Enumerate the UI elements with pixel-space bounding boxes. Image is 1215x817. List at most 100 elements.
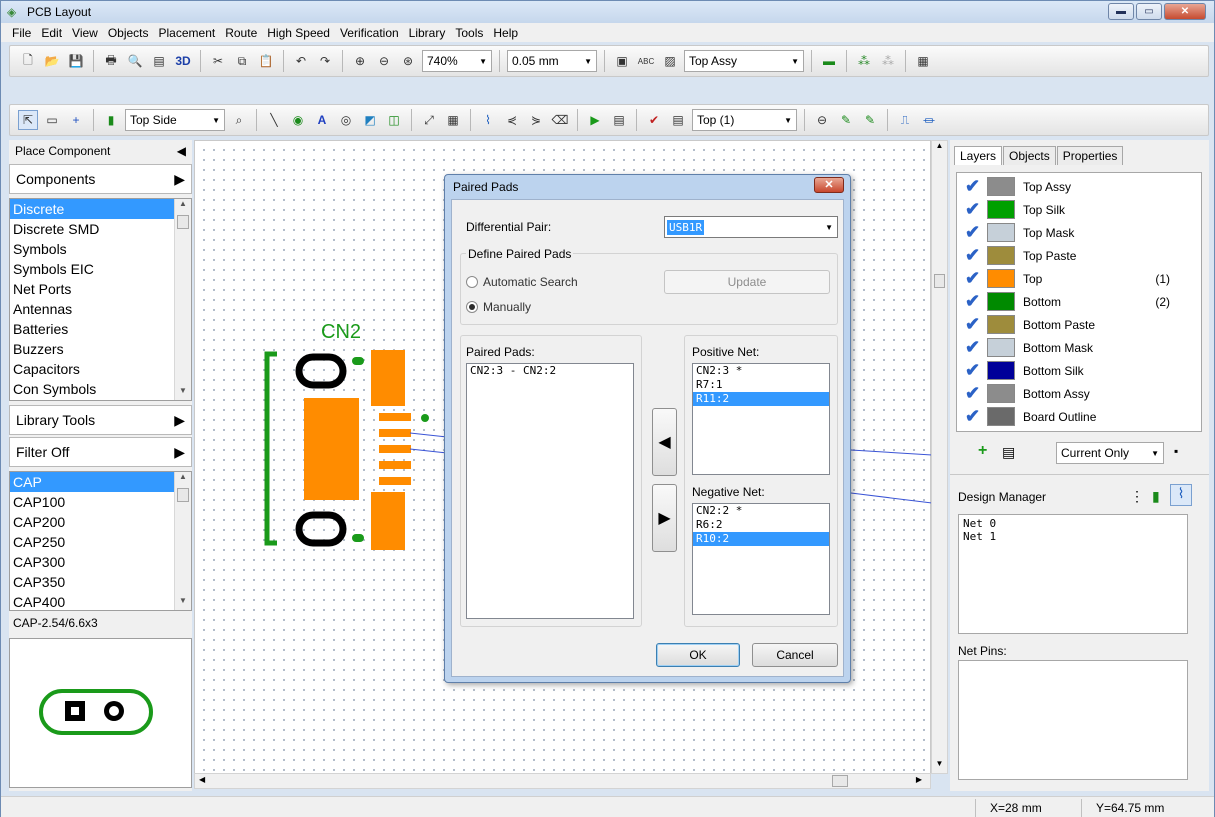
- autoroute-settings-icon[interactable]: ▤: [609, 110, 629, 130]
- route-icon[interactable]: ⌇: [478, 110, 498, 130]
- list-item[interactable]: CAP300: [10, 552, 191, 572]
- check-icon[interactable]: ✔: [965, 383, 985, 404]
- list-item[interactable]: R10:2: [693, 532, 829, 546]
- pulse-low-icon[interactable]: ⏛: [919, 110, 939, 130]
- dm-components-icon[interactable]: ⋮: [1130, 488, 1144, 505]
- layer-combo[interactable]: Top (1) ▼: [692, 109, 797, 131]
- redo-icon[interactable]: ↷: [315, 51, 335, 71]
- 3d-view-button[interactable]: 3D: [173, 51, 193, 71]
- parts-scrollbar[interactable]: ▲ ▼: [174, 472, 191, 610]
- menu-objects[interactable]: Objects: [103, 26, 154, 40]
- check-icon[interactable]: ✔: [965, 406, 985, 427]
- select-pointer-icon[interactable]: ⇱: [18, 110, 38, 130]
- scroll-up-icon[interactable]: ▲: [175, 199, 191, 213]
- list-item[interactable]: CAP100: [10, 492, 191, 512]
- list-item[interactable]: R6:2: [693, 518, 829, 532]
- print-preview-icon[interactable]: 🔍: [125, 51, 145, 71]
- layer-row[interactable]: ✔ Top (1): [965, 267, 1170, 290]
- select-area-icon[interactable]: ▭: [42, 110, 62, 130]
- update-button[interactable]: Update: [664, 270, 830, 294]
- settings-icon[interactable]: ▦: [913, 51, 933, 71]
- check-icon[interactable]: ✔: [965, 199, 985, 220]
- filter-section[interactable]: Filter Off ▶: [9, 437, 192, 467]
- scroll-thumb[interactable]: [832, 775, 848, 787]
- edit-layer-icon[interactable]: ✎: [836, 110, 856, 130]
- layer-row[interactable]: ✔ Board Outline: [965, 405, 1170, 428]
- save-icon[interactable]: 💾: [66, 51, 86, 71]
- connect-icon[interactable]: ⊖: [812, 110, 832, 130]
- list-item[interactable]: Buzzers: [10, 339, 191, 359]
- remove-pair-button[interactable]: ▶: [652, 484, 677, 552]
- new-file-icon[interactable]: 🗋: [18, 51, 38, 71]
- components-scrollbar[interactable]: ▲ ▼: [174, 199, 191, 400]
- edit-layer-2-icon[interactable]: ✎: [860, 110, 880, 130]
- ok-button[interactable]: OK: [656, 643, 740, 667]
- automatic-search-radio[interactable]: Automatic Search: [466, 275, 578, 289]
- collapse-left-icon[interactable]: ◀: [177, 144, 186, 158]
- layer-color-swatch[interactable]: [987, 269, 1015, 288]
- cancel-button[interactable]: Cancel: [752, 643, 838, 667]
- print-icon[interactable]: 🖶: [101, 51, 121, 71]
- grid-table-icon[interactable]: ▦: [443, 110, 463, 130]
- text-abc-button[interactable]: ABC: [636, 51, 656, 71]
- list-item[interactable]: CN2:2 *: [693, 504, 829, 518]
- layer-color-swatch[interactable]: [987, 361, 1015, 380]
- menu-placement[interactable]: Placement: [154, 26, 221, 40]
- add-pair-button[interactable]: ◀: [652, 408, 677, 476]
- layer-row[interactable]: ✔ Top Paste: [965, 244, 1170, 267]
- autoroute-run-icon[interactable]: ▶: [585, 110, 605, 130]
- report-icon[interactable]: ▤: [149, 51, 169, 71]
- list-item[interactable]: CAP350: [10, 572, 191, 592]
- list-item[interactable]: Discrete: [10, 199, 191, 219]
- paired-pads-list[interactable]: CN2:3 - CN2:2: [466, 363, 634, 619]
- text-tool-icon[interactable]: A: [312, 110, 332, 130]
- layer-row[interactable]: ✔ Bottom (2): [965, 290, 1170, 313]
- list-item[interactable]: CAP200: [10, 512, 191, 532]
- list-item[interactable]: Antennas: [10, 299, 191, 319]
- net-pins-list[interactable]: [958, 660, 1188, 780]
- check-icon[interactable]: ✔: [965, 268, 985, 289]
- parts-list[interactable]: CAP CAP100 CAP200 CAP250 CAP300 CAP350 C…: [9, 471, 192, 611]
- list-item[interactable]: Con Symbols: [10, 379, 191, 399]
- menu-help[interactable]: Help: [488, 26, 523, 40]
- components-list[interactable]: Discrete Discrete SMD Symbols Symbols EI…: [9, 198, 192, 401]
- library-tools-section[interactable]: Library Tools ▶: [9, 405, 192, 435]
- list-item[interactable]: Batteries: [10, 319, 191, 339]
- drc-check-icon[interactable]: ✔: [644, 110, 664, 130]
- canvas-vertical-scrollbar[interactable]: ▲ ▼: [931, 140, 948, 774]
- dialog-close-button[interactable]: ✕: [814, 177, 844, 193]
- component-disabled-icon[interactable]: ⁂: [878, 51, 898, 71]
- layer-row[interactable]: ✔ Top Silk: [965, 198, 1170, 221]
- menu-tools[interactable]: Tools: [450, 26, 488, 40]
- scroll-up-icon[interactable]: ▲: [175, 472, 191, 486]
- menu-high-speed[interactable]: High Speed: [262, 26, 335, 40]
- list-item[interactable]: R11:2: [693, 392, 829, 406]
- layer-row[interactable]: ✔ Bottom Silk: [965, 359, 1170, 382]
- layer-row[interactable]: ✔ Top Assy: [965, 175, 1170, 198]
- scroll-thumb[interactable]: [177, 488, 189, 502]
- line-tool-icon[interactable]: ╲: [264, 110, 284, 130]
- layer-row[interactable]: ✔ Bottom Paste: [965, 313, 1170, 336]
- menu-edit[interactable]: Edit: [36, 26, 67, 40]
- menu-file[interactable]: File: [7, 26, 36, 40]
- cutout-icon[interactable]: ◫: [384, 110, 404, 130]
- zoom-in-icon[interactable]: ⊕: [350, 51, 370, 71]
- menu-verification[interactable]: Verification: [335, 26, 404, 40]
- layer-row[interactable]: ✔ Bottom Assy: [965, 382, 1170, 405]
- positive-net-list[interactable]: CN2:3 * R7:1 R11:2: [692, 363, 830, 475]
- tab-layers[interactable]: Layers: [954, 146, 1003, 165]
- add-layer-icon[interactable]: +: [978, 442, 987, 460]
- manually-radio[interactable]: Manually: [466, 300, 531, 314]
- copy-icon[interactable]: ⧉: [232, 51, 252, 71]
- hole-icon[interactable]: ◎: [336, 110, 356, 130]
- check-icon[interactable]: ✔: [965, 245, 985, 266]
- check-icon[interactable]: ✔: [965, 360, 985, 381]
- layer-row[interactable]: ✔ Bottom Mask: [965, 336, 1170, 359]
- scroll-down-icon[interactable]: ▼: [932, 759, 947, 773]
- scroll-thumb[interactable]: [934, 274, 945, 288]
- menu-route[interactable]: Route: [220, 26, 262, 40]
- assy-layer-combo[interactable]: Top Assy ▼: [684, 50, 804, 72]
- differential-pair-select[interactable]: USB1R ▼: [664, 216, 838, 238]
- list-item[interactable]: R7:1: [693, 378, 829, 392]
- scroll-thumb[interactable]: [177, 215, 189, 229]
